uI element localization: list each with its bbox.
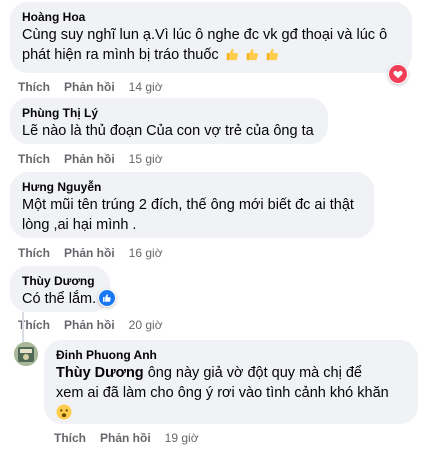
comment-time[interactable]: 14 giờ [129, 79, 163, 95]
reply-link[interactable]: Phản hồi [64, 317, 115, 333]
reply-link[interactable]: Phản hồi [64, 151, 115, 167]
comment-author[interactable]: Phùng Thị Lý [22, 105, 316, 121]
mention-link[interactable]: Thùy Dương [56, 365, 144, 381]
comment-author[interactable]: Hoàng Hoa [22, 9, 400, 25]
comment-text: Cùng suy nghĩ lun ạ.Vì lúc ô nghe đc vk … [22, 27, 388, 43]
comment-text-part: phát hiện ra mình bị tráo thuốc [22, 47, 219, 63]
comment-text-line [56, 403, 406, 423]
comment-actions: Thích Phản hồi 15 giờ [18, 151, 163, 167]
reply-link[interactable]: Phản hồi [64, 79, 115, 95]
comment-actions: Thích Phản hồi 16 giờ [18, 245, 163, 261]
comment-text-part: ông này giả vờ đột quy mà chị để [143, 365, 362, 381]
comment-time[interactable]: 19 giờ [165, 430, 199, 446]
comment-text: Một mũi tên trúng 2 đích, thế ông mới bi… [22, 197, 354, 213]
comment-author[interactable]: Đinh Phuong Anh [56, 347, 406, 363]
sad-face-icon [56, 404, 72, 420]
comment-actions: Thích Phản hồi 14 giờ [18, 79, 163, 95]
comment-actions: Thích Phản hồi 20 giờ [18, 317, 163, 333]
thumbs-up-icon [226, 48, 238, 61]
like-link[interactable]: Thích [18, 151, 50, 167]
comment-text-line: lòng ,ai hại mình . [22, 217, 137, 233]
comment-bubble: Hoàng Hoa Cùng suy nghĩ lun ạ.Vì lúc ô n… [10, 2, 412, 73]
comment-time[interactable]: 15 giờ [129, 151, 163, 167]
heart-reaction-icon[interactable] [388, 64, 408, 84]
like-link[interactable]: Thích [54, 430, 86, 446]
comment-author[interactable]: Thùy Dương [22, 273, 98, 289]
comment-author[interactable]: Hưng Nguyễn [22, 179, 362, 195]
reply-link[interactable]: Phản hồi [64, 245, 115, 261]
comment-text-line: xem ai đã làm cho ông ý rơi vào tình cản… [56, 385, 389, 401]
like-link[interactable]: Thích [18, 79, 50, 95]
reply-link[interactable]: Phản hồi [100, 430, 151, 446]
comment-text: Thùy Dương ông này giả vờ đột quy mà chị… [56, 363, 406, 383]
comment-text: Có thể lắm. [22, 291, 97, 307]
avatar-image [14, 342, 38, 366]
comment-actions: Thích Phản hồi 19 giờ [54, 430, 199, 446]
comment-time[interactable]: 16 giờ [129, 245, 163, 261]
reply-bubble: Đinh Phuong Anh Thùy Dương ông này giả v… [44, 340, 418, 424]
comment-text: Lẽ nào là thủ đoạn Của con vợ trẻ của ôn… [22, 123, 314, 139]
comment-bubble: Thùy Dương Có thể lắm. [10, 266, 110, 312]
comment-text-line: phát hiện ra mình bị tráo thuốc [22, 45, 400, 65]
comment-time[interactable]: 20 giờ [129, 317, 163, 333]
thumbs-up-icon [246, 48, 258, 61]
comment-bubble: Phùng Thị Lý Lẽ nào là thủ đoạn Của con … [10, 98, 328, 144]
like-link[interactable]: Thích [18, 245, 50, 261]
comment-bubble: Hưng Nguyễn Một mũi tên trúng 2 đích, th… [10, 172, 374, 238]
avatar[interactable] [14, 342, 38, 366]
thumbs-up-icon [266, 48, 278, 61]
thumbs-up-icon [99, 290, 115, 306]
like-reaction-icon[interactable] [98, 289, 116, 307]
heart-icon [389, 65, 407, 83]
